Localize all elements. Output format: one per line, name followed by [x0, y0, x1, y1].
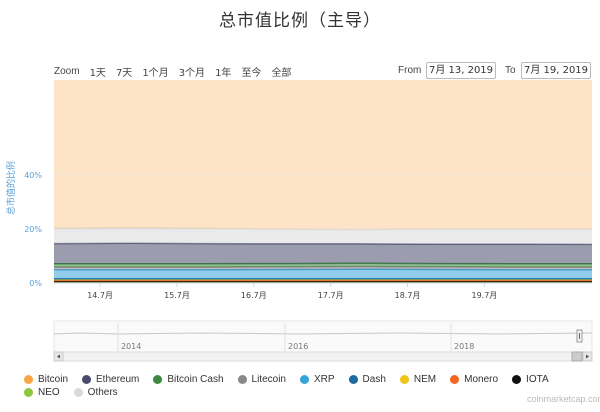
legend-item-ethereum[interactable]: Ethereum: [82, 374, 139, 385]
watermark: coinmarketcap.com: [527, 394, 600, 404]
x-tick-label: 18.7月: [395, 291, 421, 300]
x-tick-label: 17.7月: [318, 291, 344, 300]
legend-item-iota[interactable]: IOTA: [512, 374, 549, 385]
legend-label: Litecoin: [251, 374, 286, 385]
y-tick-label: 20%: [24, 225, 42, 234]
scrollbar-thumb[interactable]: [571, 351, 583, 362]
chart-title: 总市值比例（主导）: [219, 11, 381, 31]
area-ethereum[interactable]: [54, 243, 592, 264]
range-from-label: From: [398, 65, 422, 76]
legend-row: NEO Others: [24, 386, 594, 399]
legend-label: XRP: [313, 374, 335, 385]
legend-marker: [348, 375, 358, 384]
area-others[interactable]: [54, 228, 592, 245]
legend-marker: [237, 375, 247, 384]
range-to-input[interactable]: 7月 19, 2019: [521, 62, 591, 79]
scrollbar-track[interactable]: [53, 351, 593, 362]
range-from-input[interactable]: 7月 13, 2019: [426, 62, 496, 79]
navigator-year-label: 2018: [454, 342, 474, 351]
legend: Bitcoin Ethereum Bitcoin Cash Litecoin X…: [24, 373, 594, 399]
y-axis-label: 总市值的比例: [5, 161, 17, 215]
legend-label: Ethereum: [96, 374, 140, 385]
area-bitcoin[interactable]: [54, 80, 592, 230]
legend-item-neo[interactable]: NEO: [24, 387, 60, 398]
legend-item-bitcoin[interactable]: Bitcoin: [24, 374, 68, 385]
area-xrp[interactable]: [54, 269, 592, 279]
legend-label: Bitcoin Cash: [167, 374, 224, 385]
chart-layers: [53, 80, 593, 284]
dominance-chart: 总市值的比例 0% 20% 40% 14.7月 15.7月 16.7月 17.7月 18.7…: [5, 80, 593, 362]
legend-item-xrp[interactable]: XRP: [299, 374, 335, 385]
legend-marker: [399, 375, 409, 384]
legend-label: Monero: [464, 374, 499, 385]
range-to-label: To: [505, 65, 516, 76]
legend-label: NEM: [413, 374, 437, 385]
legend-marker: [73, 388, 83, 397]
zoom-button-3m[interactable]: 3个月: [175, 63, 209, 80]
zoom-button-1y[interactable]: 1年: [211, 63, 235, 80]
zoom-label: Zoom: [54, 66, 80, 77]
legend-label: NEO: [38, 387, 60, 398]
legend-marker: [299, 375, 309, 384]
legend-marker: [512, 375, 522, 384]
y-tick-label: 40%: [24, 171, 42, 180]
legend-marker: [450, 375, 460, 384]
legend-item-bitcoin-cash[interactable]: Bitcoin Cash: [153, 374, 224, 385]
zoom-button-all[interactable]: 全部: [267, 63, 295, 80]
zoom-bar: Zoom 1天 7天 1个月 3个月 1年 至今 全部: [54, 63, 297, 80]
y-tick-label: 0%: [29, 279, 42, 288]
legend-row: Bitcoin Ethereum Bitcoin Cash Litecoin X…: [24, 373, 594, 386]
legend-marker: [153, 375, 163, 384]
navigator-year-label: 2014: [121, 342, 141, 351]
legend-item-litecoin[interactable]: Litecoin: [237, 374, 286, 385]
legend-item-nem[interactable]: NEM: [399, 374, 437, 385]
legend-marker: [24, 375, 33, 384]
navigator[interactable]: 2014 2016 2018: [53, 320, 593, 362]
legend-marker: [24, 388, 33, 397]
legend-label: Others: [87, 387, 118, 398]
zoom-button-7d[interactable]: 7天: [112, 63, 136, 80]
x-tick-label: 15.7月: [164, 291, 190, 300]
navigator-year-label: 2016: [288, 342, 308, 351]
legend-item-dash[interactable]: Dash: [348, 374, 386, 385]
zoom-button-1d[interactable]: 1天: [86, 63, 110, 80]
legend-label: Dash: [362, 374, 386, 385]
x-axis-ticks: 14.7月 15.7月 16.7月 17.7月 18.7月 19.7月: [87, 283, 497, 300]
legend-label: IOTA: [526, 374, 549, 385]
legend-item-monero[interactable]: Monero: [450, 374, 498, 385]
legend-item-others[interactable]: Others: [73, 387, 118, 398]
legend-label: Bitcoin: [38, 374, 69, 385]
zoom-button-1m[interactable]: 1个月: [138, 63, 172, 80]
x-tick-label: 19.7月: [471, 291, 497, 300]
x-tick-label: 14.7月: [87, 291, 113, 300]
x-tick-label: 16.7月: [241, 291, 267, 300]
zoom-button-ytd[interactable]: 至今: [237, 63, 265, 80]
legend-marker: [82, 375, 92, 384]
